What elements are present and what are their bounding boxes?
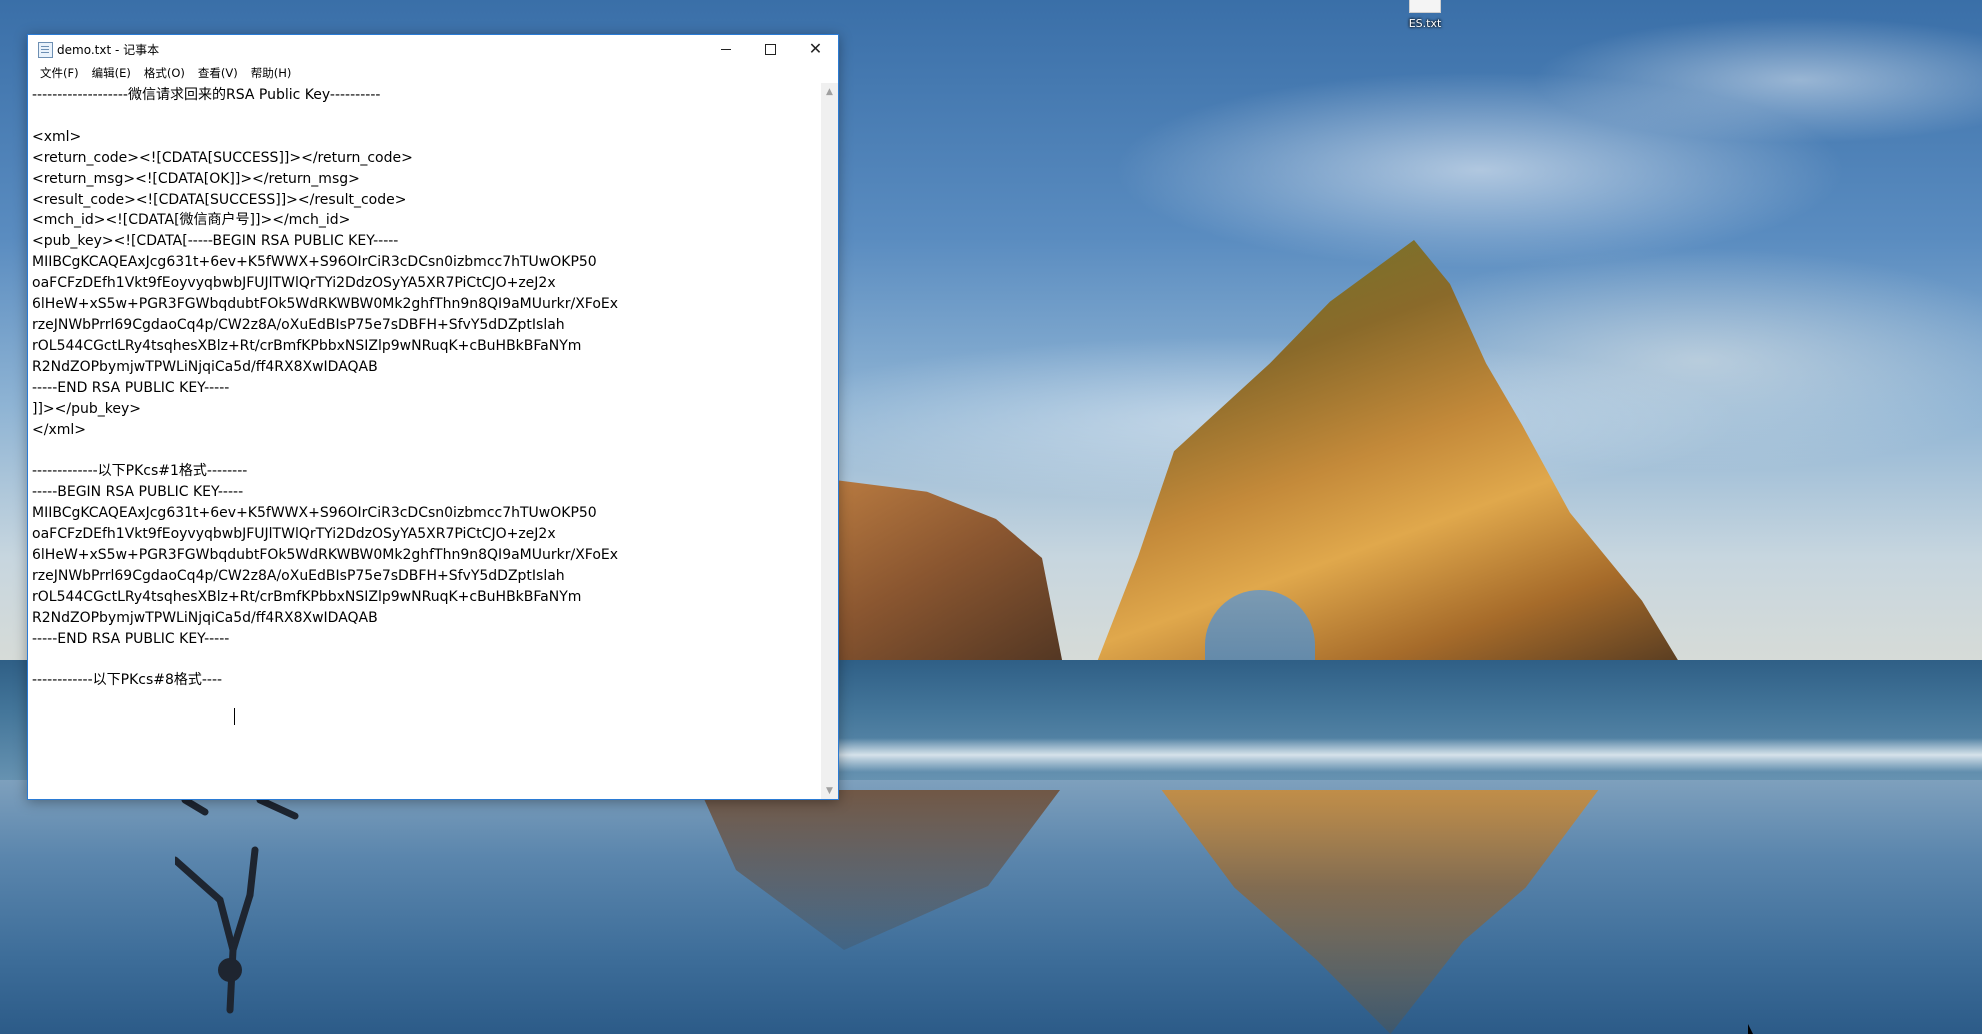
editor-line: <return_code><![CDATA[SUCCESS]]></return… <box>32 149 413 166</box>
editor-line: <return_msg><![CDATA[OK]]></return_msg> <box>32 170 360 187</box>
editor-line: rzeJNWbPrrl69CgdaoCq4p/CW2z8A/oXuEdBIsP7… <box>32 567 565 584</box>
menu-edit[interactable]: 编辑(E) <box>86 65 138 81</box>
text-file-icon <box>1409 0 1441 13</box>
editor-line: ]]></pub_key> <box>32 400 141 417</box>
editor-line: 6lHeW+xS5w+PGR3FGWbqdubtFOk5WdRKWBW0Mk2g… <box>32 546 619 563</box>
editor-line: oaFCFzDEfh1Vkt9fEoyvyqbwbJFUJlTWlQrTYi2D… <box>32 526 556 543</box>
editor-line: MIIBCgKCAQEAxJcg631t+6ev+K5fWWX+S96OIrCi… <box>32 254 597 271</box>
minimize-button[interactable] <box>703 35 748 63</box>
menu-file[interactable]: 文件(F) <box>34 65 86 81</box>
desktop-file-icon[interactable]: ES.txt <box>1398 0 1452 36</box>
editor-line: -----END RSA PUBLIC KEY----- <box>32 630 230 647</box>
menu-bar: 文件(F) 编辑(E) 格式(O) 查看(V) 帮助(H) <box>28 63 838 83</box>
editor-text-content[interactable]: -------------------微信请求回来的RSA Public Key… <box>28 83 821 691</box>
editor-line: 6lHeW+xS5w+PGR3FGWbqdubtFOk5WdRKWBW0Mk2g… <box>32 296 619 313</box>
mouse-cursor-icon <box>1748 1024 1753 1034</box>
title-bar[interactable]: demo.txt - 记事本 ✕ <box>28 35 838 63</box>
wallpaper-surf <box>780 738 1982 772</box>
maximize-button[interactable] <box>748 35 793 63</box>
editor-line: -------------以下PKcs#1格式-------- <box>32 463 248 480</box>
desktop-file-label: ES.txt <box>1408 17 1442 30</box>
editor-line: rOL544CGctLRy4tsqhesXBlz+Rt/crBmfKPbbxNS… <box>32 337 582 354</box>
editor-line: -------------------微信请求回来的RSA Public Key… <box>32 87 381 103</box>
menu-help[interactable]: 帮助(H) <box>245 65 299 81</box>
editor-line: ------------以下PKcs#8格式---- <box>32 672 223 689</box>
editor-line: -----END RSA PUBLIC KEY----- <box>32 379 230 396</box>
editor-line: <pub_key><![CDATA[-----BEGIN RSA PUBLIC … <box>32 233 399 250</box>
chevron-up-icon[interactable]: ▲ <box>821 83 838 100</box>
editor-line: </xml> <box>32 421 86 438</box>
menu-format[interactable]: 格式(O) <box>138 65 192 81</box>
notepad-app-icon[interactable] <box>38 42 53 58</box>
close-button[interactable]: ✕ <box>793 35 838 63</box>
menu-view[interactable]: 查看(V) <box>192 65 245 81</box>
vertical-scrollbar[interactable]: ▲ ▼ <box>821 83 838 799</box>
editor-line: <result_code><![CDATA[SUCCESS]]></result… <box>32 191 407 208</box>
editor-line: R2NdZOPbymjwTPWLiNjqiCa5d/ff4RX8XwIDAQAB <box>32 609 378 626</box>
close-icon: ✕ <box>808 39 823 58</box>
editor-line: <mch_id><![CDATA[微信商户号]]></mch_id> <box>32 212 351 229</box>
editor-line: rOL544CGctLRy4tsqhesXBlz+Rt/crBmfKPbbxNS… <box>32 588 582 605</box>
chevron-down-icon[interactable]: ▼ <box>821 782 838 799</box>
maximize-icon <box>765 43 776 55</box>
editor-line: rzeJNWbPrrl69CgdaoCq4p/CW2z8A/oXuEdBIsP7… <box>32 316 565 333</box>
wallpaper-person-reflection <box>175 800 299 1014</box>
editor-line: R2NdZOPbymjwTPWLiNjqiCa5d/ff4RX8XwIDAQAB <box>32 358 378 375</box>
editor-line: oaFCFzDEfh1Vkt9fEoyvyqbwbJFUJlTWlQrTYi2D… <box>32 275 556 292</box>
text-editor[interactable]: -------------------微信请求回来的RSA Public Key… <box>28 83 821 799</box>
editor-line: -----BEGIN RSA PUBLIC KEY----- <box>32 484 244 501</box>
notepad-window: demo.txt - 记事本 ✕ 文件(F) 编辑(E) 格式(O) 查看(V)… <box>27 34 839 800</box>
editor-line: <xml> <box>32 128 82 145</box>
minimize-icon <box>720 48 731 50</box>
window-title: demo.txt - 记事本 <box>57 43 160 57</box>
text-caret <box>234 708 235 725</box>
editor-line: MIIBCgKCAQEAxJcg631t+6ev+K5fWWX+S96OIrCi… <box>32 505 597 522</box>
